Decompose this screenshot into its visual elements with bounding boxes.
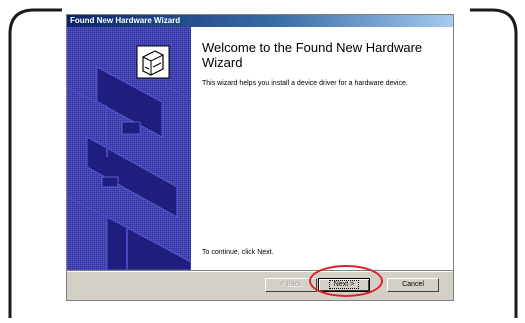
title-bar[interactable]: Found New Hardware Wizard (67, 15, 453, 27)
cancel-button[interactable]: Cancel (387, 278, 439, 292)
hardware-card-icon (136, 45, 170, 79)
button-separator (67, 270, 453, 272)
circuit-board-illustration (67, 45, 191, 270)
back-button-label: < Back (280, 281, 302, 288)
next-button[interactable]: Next > (318, 278, 370, 292)
window-title: Found New Hardware Wizard (70, 16, 181, 25)
wizard-description: This wizard helps you install a device d… (202, 80, 408, 87)
wizard-window: Found New Hardware Wizard Welcome to the… (66, 14, 454, 301)
wizard-heading: Welcome to the Found New Hardware Wizard (202, 40, 423, 70)
next-button-label: Next > (328, 280, 360, 289)
wizard-content-panel: Welcome to the Found New Hardware Wizard… (191, 27, 453, 270)
wizard-sidebar-graphic (67, 27, 191, 270)
back-button[interactable]: < Back (265, 278, 317, 292)
cancel-button-label: Cancel (402, 281, 424, 288)
continue-instruction: To continue, click Next. (202, 249, 274, 256)
